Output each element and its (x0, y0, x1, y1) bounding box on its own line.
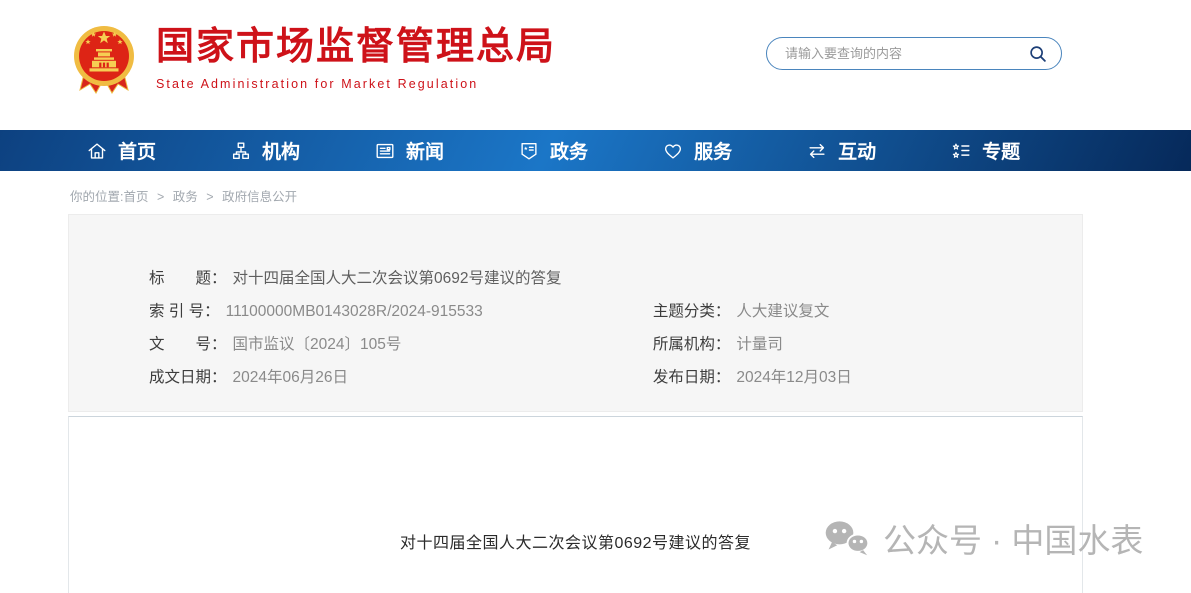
meta-label: 发布日期： (653, 368, 731, 387)
breadcrumb-info-disclosure[interactable]: 政府信息公开 (222, 190, 297, 204)
nav-item-topics[interactable]: 专题 (950, 137, 1020, 164)
meta-label: 文 号： (149, 335, 227, 354)
site-title-en: State Administration for Market Regulati… (156, 77, 556, 91)
meta-value: 计量司 (736, 335, 783, 354)
nav-item-label: 政务 (550, 137, 588, 164)
breadcrumb-prefix: 你的位置: (70, 190, 123, 204)
document-meta-card: 标 题： 对十四届全国人大二次会议第0692号建议的答复 索 引 号： 1110… (68, 214, 1083, 412)
nav-item-services[interactable]: 服务 (662, 137, 732, 164)
org-chart-icon (230, 140, 252, 162)
site-logo-link[interactable]: 国家市场监督管理总局 State Administration for Mark… (72, 22, 556, 103)
meta-value: 国市监议〔2024〕105号 (233, 335, 402, 354)
meta-label: 成文日期： (149, 368, 227, 387)
document-title: 对十四届全国人大二次会议第0692号建议的答复 (69, 529, 1082, 553)
meta-field-index-number: 索 引 号： 11100000MB0143028R/2024-915533 (149, 302, 653, 321)
meta-value: 对十四届全国人大二次会议第0692号建议的答复 (233, 269, 562, 288)
breadcrumb-gov[interactable]: 政务 (173, 190, 198, 204)
document-body-card: 对十四届全国人大二次会议第0692号建议的答复 (68, 416, 1083, 593)
meta-label: 索 引 号： (149, 302, 220, 321)
search-input[interactable] (783, 45, 1027, 62)
nav-item-label: 首页 (118, 137, 156, 164)
main-content: 标 题： 对十四届全国人大二次会议第0692号建议的答复 索 引 号： 1110… (68, 214, 1083, 593)
search-icon[interactable] (1027, 43, 1049, 65)
nav-item-label: 服务 (694, 137, 732, 164)
meta-label: 主题分类： (653, 302, 731, 321)
nav-item-label: 专题 (982, 137, 1020, 164)
nav-item-home[interactable]: 首页 (86, 137, 156, 164)
meta-field-publish-date: 发布日期： 2024年12月03日 (653, 368, 1082, 387)
breadcrumb-separator: > (206, 190, 213, 204)
breadcrumb-home[interactable]: 首页 (123, 190, 148, 204)
meta-field-issuing-dept: 所属机构： 计量司 (653, 335, 1082, 354)
breadcrumb-separator: > (157, 190, 164, 204)
site-search-box (766, 37, 1062, 70)
national-emblem-icon (72, 22, 136, 103)
meta-label: 标 题： (149, 269, 227, 288)
main-nav: 首页 机构 新闻 (0, 130, 1191, 171)
home-icon (86, 140, 108, 162)
topics-star-list-icon (950, 140, 972, 162)
meta-value: 2024年12月03日 (736, 368, 851, 387)
news-icon (374, 140, 396, 162)
service-heart-icon (662, 140, 684, 162)
nav-item-label: 机构 (262, 137, 300, 164)
meta-value: 2024年06月26日 (233, 368, 348, 387)
interact-arrows-icon (806, 140, 828, 162)
nav-item-interact[interactable]: 互动 (806, 137, 876, 164)
meta-field-title: 标 题： 对十四届全国人大二次会议第0692号建议的答复 (149, 269, 1082, 288)
page: 国家市场监督管理总局 State Administration for Mark… (0, 0, 1191, 593)
meta-value: 11100000MB0143028R/2024-915533 (226, 302, 483, 321)
nav-item-org[interactable]: 机构 (230, 137, 300, 164)
meta-field-topic-category: 主题分类： 人大建议复文 (653, 302, 1082, 321)
nav-item-gov[interactable]: 政务 (518, 137, 588, 164)
gov-shield-icon (518, 140, 540, 162)
meta-field-written-date: 成文日期： 2024年06月26日 (149, 368, 653, 387)
nav-item-label: 互动 (838, 137, 876, 164)
logo-text: 国家市场监督管理总局 State Administration for Mark… (156, 22, 556, 91)
nav-item-news[interactable]: 新闻 (374, 137, 444, 164)
site-title-cn: 国家市场监督管理总局 (156, 28, 556, 68)
meta-field-doc-number: 文 号： 国市监议〔2024〕105号 (149, 335, 653, 354)
meta-label: 所属机构： (653, 335, 731, 354)
site-header: 国家市场监督管理总局 State Administration for Mark… (0, 0, 1191, 130)
breadcrumb: 你的位置:首页 > 政务 > 政府信息公开 (70, 186, 1191, 205)
nav-item-label: 新闻 (406, 137, 444, 164)
meta-value: 人大建议复文 (736, 302, 829, 321)
